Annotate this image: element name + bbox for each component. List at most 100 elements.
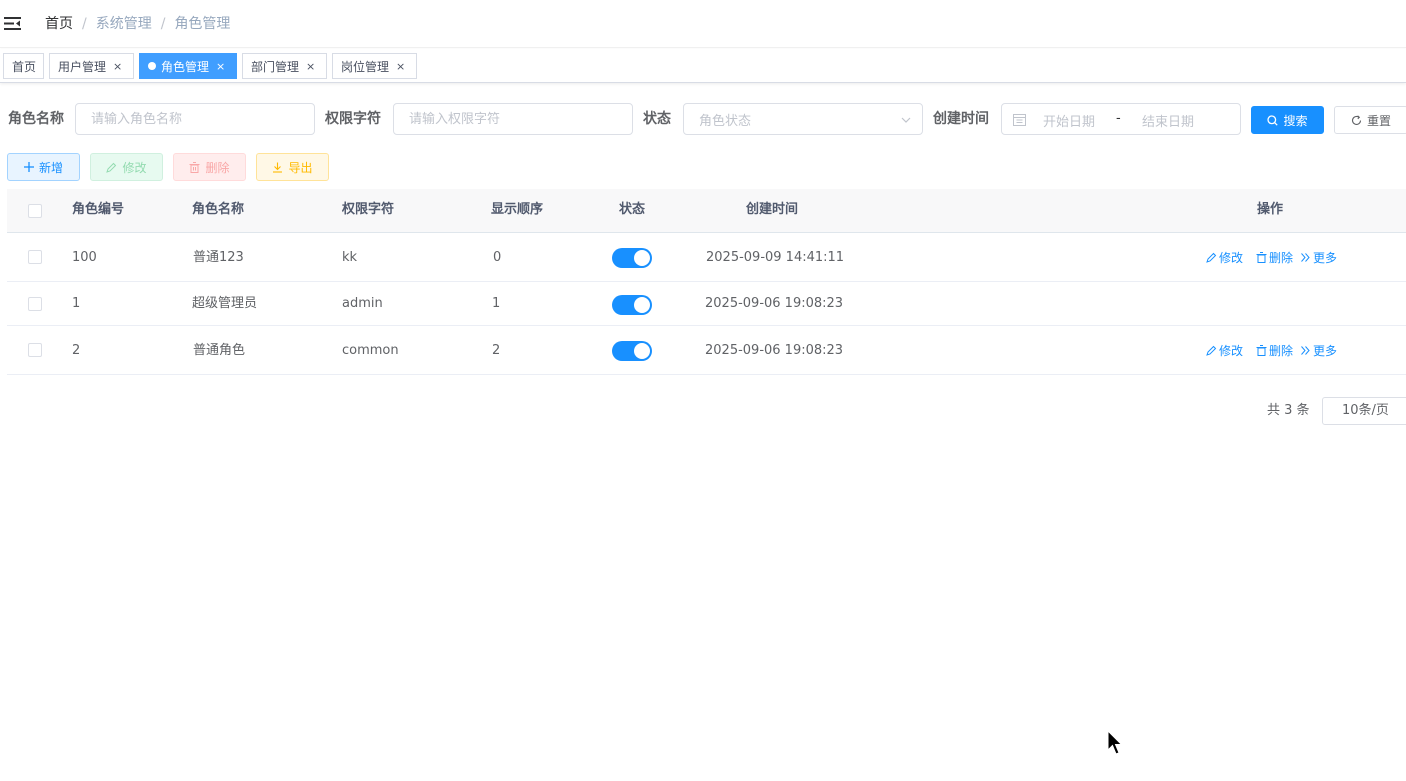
- navbar: 首页 / 系统管理 / 角色管理: [0, 0, 1406, 48]
- row-edit-label: 修改: [1219, 251, 1244, 265]
- row-delete-label: 删除: [1269, 251, 1294, 265]
- page-size-select[interactable]: 10条/页: [1322, 397, 1406, 425]
- delete-button[interactable]: 删除: [173, 153, 246, 181]
- status-select[interactable]: 角色状态: [683, 103, 923, 135]
- breadcrumb-system: 系统管理: [95, 16, 152, 32]
- header-actions: 操作: [1257, 202, 1284, 217]
- cell-create-time: 2025-09-06 19:08:23: [705, 296, 844, 311]
- breadcrumb-separator: /: [82, 16, 87, 32]
- search-icon: [1267, 114, 1279, 126]
- table-row: 1 超级管理员 admin 1 2025-09-06 19:08:23: [7, 282, 1406, 326]
- delete-icon: [1256, 345, 1267, 356]
- status-switch[interactable]: [612, 295, 652, 315]
- cell-role-key: admin: [342, 296, 383, 311]
- delete-button-label: 删除: [205, 160, 230, 175]
- header-status: 状态: [619, 202, 646, 217]
- cell-role-key: kk: [342, 250, 358, 265]
- row-more-link[interactable]: 更多: [1300, 249, 1337, 266]
- cell-create-time: 2025-09-06 19:08:23: [705, 343, 844, 358]
- hamburger-menu-icon[interactable]: [4, 16, 21, 31]
- row-checkbox[interactable]: [28, 250, 42, 264]
- role-name-label: 角色名称: [8, 111, 64, 127]
- header-role-id: 角色编号: [72, 202, 125, 217]
- edit-icon: [1206, 345, 1217, 356]
- header-role-key: 权限字符: [342, 202, 395, 217]
- start-date-input[interactable]: 开始日期: [1043, 111, 1095, 130]
- close-icon[interactable]: ×: [396, 61, 405, 72]
- page-size-value: 10条/页: [1342, 403, 1389, 418]
- create-time-range[interactable]: 开始日期 - 结束日期: [1001, 103, 1241, 135]
- range-separator: -: [1116, 111, 1121, 126]
- tab-home[interactable]: 首页: [3, 53, 44, 79]
- edit-icon: [106, 162, 117, 173]
- cell-role-name: 普通123: [193, 250, 244, 265]
- breadcrumb-home[interactable]: 首页: [45, 15, 73, 33]
- header-sort: 显示顺序: [491, 202, 544, 217]
- chevron-down-icon: [901, 117, 911, 123]
- search-button-label: 搜索: [1283, 113, 1308, 128]
- status-select-placeholder: 角色状态: [699, 113, 752, 129]
- cell-sort: 0: [493, 250, 502, 265]
- reset-button-label: 重置: [1366, 113, 1391, 128]
- tab-label: 角色管理: [161, 59, 210, 74]
- cell-role-name: 普通角色: [193, 343, 246, 358]
- row-checkbox[interactable]: [28, 297, 42, 311]
- cell-create-time: 2025-09-09 14:41:11: [706, 250, 845, 265]
- calendar-icon: [1013, 114, 1026, 126]
- edit-icon: [1206, 252, 1217, 263]
- tab-label: 部门管理: [251, 59, 300, 74]
- breadcrumb-separator: /: [160, 16, 166, 32]
- reset-button[interactable]: 重置: [1334, 106, 1406, 134]
- row-edit-label: 修改: [1219, 344, 1244, 358]
- select-all-checkbox[interactable]: [28, 204, 42, 218]
- export-button-label: 导出: [288, 160, 313, 175]
- tab-label: 首页: [12, 59, 37, 74]
- download-icon: [273, 162, 283, 173]
- export-button[interactable]: 导出: [256, 153, 329, 181]
- add-button[interactable]: 新增: [7, 153, 80, 181]
- status-switch[interactable]: [612, 341, 652, 361]
- row-checkbox[interactable]: [28, 343, 42, 357]
- plus-icon: [23, 162, 34, 172]
- tags-view: 首页 用户管理 × 角色管理 × 部门管理 × 岗位管理 ×: [0, 49, 1406, 83]
- close-icon[interactable]: ×: [113, 61, 122, 72]
- table-row: 2 普通角色 common 2 2025-09-06 19:08:23 修改 删…: [7, 326, 1406, 375]
- row-edit-link[interactable]: 修改: [1206, 342, 1243, 359]
- tab-dept-management[interactable]: 部门管理 ×: [242, 53, 327, 79]
- role-key-input[interactable]: [393, 103, 633, 135]
- table-header: 角色编号 角色名称 权限字符 显示顺序 状态 创建时间 操作: [7, 189, 1406, 233]
- cell-role-name: 超级管理员: [192, 296, 258, 311]
- row-edit-link[interactable]: 修改: [1206, 249, 1243, 266]
- end-date-input[interactable]: 结束日期: [1142, 111, 1194, 130]
- role-key-label: 权限字符: [325, 111, 381, 127]
- tab-role-management[interactable]: 角色管理 ×: [139, 53, 237, 79]
- row-delete-link[interactable]: 删除: [1256, 342, 1293, 359]
- tab-post-management[interactable]: 岗位管理 ×: [332, 53, 417, 79]
- table-row: 100 普通123 kk 0 2025-09-09 14:41:11 修改 删除…: [7, 233, 1406, 282]
- status-label: 状态: [643, 111, 671, 127]
- edit-button[interactable]: 修改: [90, 153, 163, 181]
- status-switch[interactable]: [612, 248, 652, 268]
- edit-button-label: 修改: [122, 160, 147, 175]
- double-chevron-right-icon: [1301, 253, 1310, 262]
- refresh-icon: [1351, 114, 1362, 125]
- header-create-time: 创建时间: [746, 202, 799, 217]
- cell-sort: 2: [492, 343, 501, 358]
- row-delete-link[interactable]: 删除: [1256, 249, 1293, 266]
- pagination-total: 共 3 条: [1267, 403, 1310, 418]
- role-name-input[interactable]: [75, 103, 315, 135]
- add-button-label: 新增: [38, 160, 63, 175]
- cell-role-id: 2: [72, 343, 81, 358]
- breadcrumb: 首页 / 系统管理 / 角色管理: [45, 15, 230, 33]
- header-role-name: 角色名称: [192, 202, 245, 217]
- close-icon[interactable]: ×: [216, 61, 225, 72]
- search-button[interactable]: 搜索: [1251, 106, 1324, 134]
- row-more-link[interactable]: 更多: [1300, 342, 1337, 359]
- double-chevron-right-icon: [1301, 346, 1310, 355]
- tab-label: 用户管理: [58, 59, 107, 74]
- delete-icon: [1256, 252, 1267, 263]
- close-icon[interactable]: ×: [306, 61, 315, 72]
- breadcrumb-role: 角色管理: [174, 16, 231, 32]
- cell-role-id: 100: [72, 250, 97, 265]
- tab-user-management[interactable]: 用户管理 ×: [49, 53, 134, 79]
